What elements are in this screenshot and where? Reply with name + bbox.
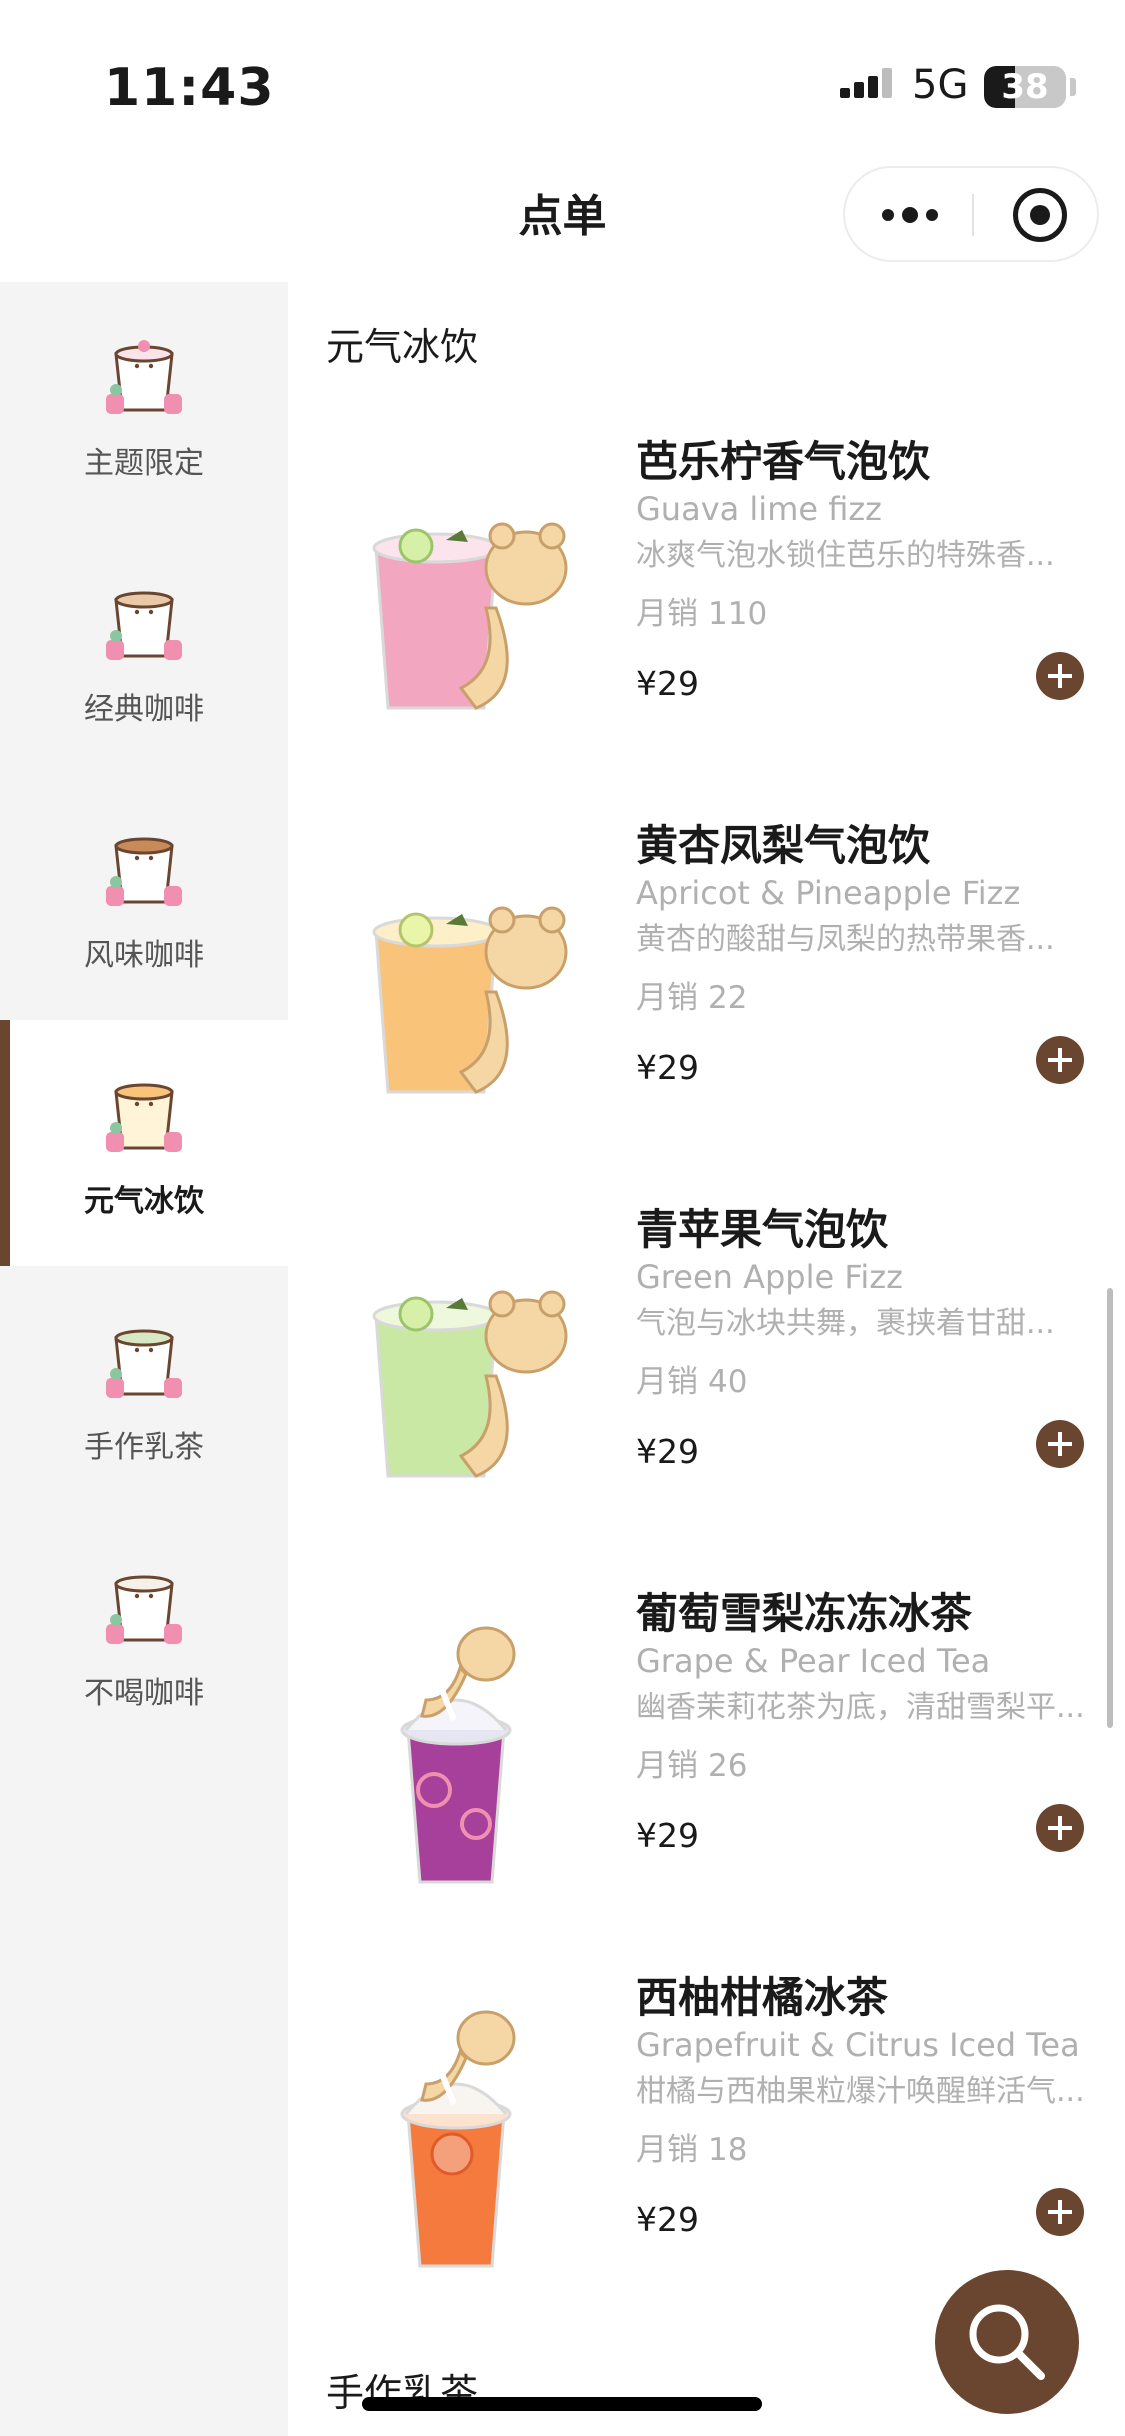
product-english-name: Grape & Pear Iced Tea xyxy=(636,1642,991,1680)
drink-image xyxy=(372,1290,568,1478)
product-card[interactable]: 黄杏凤梨气泡饮 Apricot & Pineapple Fizz 黄杏的酸甜与凤… xyxy=(326,812,1096,1196)
battery-level: 38 xyxy=(1001,67,1049,107)
product-sales: 月销 40 xyxy=(636,1356,747,1401)
product-sales: 月销 22 xyxy=(636,972,747,1017)
cup-icon xyxy=(106,1575,182,1644)
product-price: ¥29 xyxy=(636,2200,699,2239)
more-dots-icon[interactable] xyxy=(875,190,945,240)
cup-icon xyxy=(106,1329,182,1398)
sidebar-item-classic-coffee[interactable]: 经典咖啡 xyxy=(0,528,288,774)
network-label: 5G xyxy=(912,62,969,108)
sales-label: 月销 xyxy=(636,596,698,632)
sidebar-item-iced-drinks[interactable]: 元气冰饮 xyxy=(0,1020,288,1266)
sidebar-item-label: 元气冰饮 xyxy=(84,1184,204,1219)
product-price: ¥29 xyxy=(636,1432,699,1471)
sidebar-item-label: 经典咖啡 xyxy=(84,692,204,727)
battery-icon: 38 xyxy=(984,66,1066,108)
add-to-cart-button[interactable] xyxy=(1036,1420,1084,1468)
product-description: 气泡与冰块共舞，裹挟着甘甜... xyxy=(636,1306,1055,1341)
product-english-name: Apricot & Pineapple Fizz xyxy=(636,874,1021,912)
sales-label: 月销 xyxy=(636,1364,698,1400)
sales-label: 月销 xyxy=(636,1748,698,1784)
sales-count: 22 xyxy=(708,980,748,1016)
target-icon[interactable] xyxy=(1013,188,1067,242)
search-icon xyxy=(969,2304,1045,2380)
product-sales: 月销 110 xyxy=(636,588,767,633)
cup-icon xyxy=(106,591,182,660)
home-indicator xyxy=(362,2397,762,2411)
product-description: 幽香茉莉花茶为底，清甜雪梨平... xyxy=(636,1690,1085,1725)
sales-count: 40 xyxy=(708,1364,748,1400)
cup-icon xyxy=(106,837,182,906)
drink-image xyxy=(400,2010,516,2268)
active-indicator xyxy=(0,1020,10,1266)
mini-program-capsule xyxy=(843,166,1099,262)
signal-icon xyxy=(840,68,892,98)
product-sales: 月销 18 xyxy=(636,2124,747,2169)
sidebar-item-label: 手作乳茶 xyxy=(84,1430,204,1465)
add-to-cart-button[interactable] xyxy=(1036,1804,1084,1852)
sidebar-item-label: 主题限定 xyxy=(84,446,204,481)
cup-icon xyxy=(106,340,182,414)
sidebar-item-label: 风味咖啡 xyxy=(84,938,204,973)
product-english-name: Green Apple Fizz xyxy=(636,1258,903,1296)
sidebar-item-milk-tea[interactable]: 手作乳茶 xyxy=(0,1266,288,1512)
capsule-divider xyxy=(972,194,974,236)
drink-image xyxy=(372,522,568,710)
search-button[interactable] xyxy=(935,2270,1079,2414)
sales-count: 18 xyxy=(708,2132,748,2168)
product-description: 柑橘与西柚果粒爆汁唤醒鲜活气... xyxy=(636,2074,1085,2109)
product-card[interactable]: 青苹果气泡饮 Green Apple Fizz 气泡与冰块共舞，裹挟着甘甜...… xyxy=(326,1196,1096,1580)
product-name: 西柚柑橘冰茶 xyxy=(636,1973,889,2022)
sales-count: 110 xyxy=(708,596,768,632)
add-to-cart-button[interactable] xyxy=(1036,2188,1084,2236)
add-to-cart-button[interactable] xyxy=(1036,652,1084,700)
scrollbar[interactable] xyxy=(1107,1288,1113,1728)
product-price: ¥29 xyxy=(636,1048,699,1087)
product-description: 冰爽气泡水锁住芭乐的特殊香... xyxy=(636,538,1055,573)
product-sales: 月销 26 xyxy=(636,1740,747,1785)
product-name: 黄杏凤梨气泡饮 xyxy=(636,821,931,870)
sales-label: 月销 xyxy=(636,2132,698,2168)
battery-cap xyxy=(1070,78,1076,96)
sidebar-item-flavor-coffee[interactable]: 风味咖啡 xyxy=(0,774,288,1020)
product-english-name: Grapefruit & Citrus Iced Tea xyxy=(636,2026,1080,2064)
product-english-name: Guava lime fizz xyxy=(636,490,882,528)
sidebar-item-theme-limited[interactable]: 主题限定 xyxy=(0,282,288,528)
sidebar-item-label: 不喝咖啡 xyxy=(84,1676,204,1711)
product-description: 黄杏的酸甜与凤梨的热带果香... xyxy=(636,922,1055,957)
sales-label: 月销 xyxy=(636,980,698,1016)
status-bar: 11:43 5G 38 xyxy=(0,0,1125,150)
product-name: 芭乐柠香气泡饮 xyxy=(636,437,931,486)
add-to-cart-button[interactable] xyxy=(1036,1036,1084,1084)
product-price: ¥29 xyxy=(636,664,699,703)
product-card[interactable]: 芭乐柠香气泡饮 Guava lime fizz 冰爽气泡水锁住芭乐的特殊香...… xyxy=(326,428,1096,812)
sidebar-item-no-coffee[interactable]: 不喝咖啡 xyxy=(0,1512,288,1758)
product-price: ¥29 xyxy=(636,1816,699,1855)
product-card[interactable]: 葡萄雪梨冻冻冰茶 Grape & Pear Iced Tea 幽香茉莉花茶为底，… xyxy=(326,1580,1096,1964)
section-title: 元气冰饮 xyxy=(326,325,479,369)
drink-image xyxy=(400,1626,516,1884)
product-name: 青苹果气泡饮 xyxy=(636,1205,889,1254)
cup-icon xyxy=(106,1083,182,1152)
product-name: 葡萄雪梨冻冻冰茶 xyxy=(636,1589,973,1638)
drink-image xyxy=(372,906,568,1094)
category-sidebar: 主题限定 经典咖啡 风味咖啡 元气冰饮 手作乳茶 不喝咖啡 xyxy=(0,282,288,2436)
sales-count: 26 xyxy=(708,1748,748,1784)
status-time: 11:43 xyxy=(104,58,275,118)
